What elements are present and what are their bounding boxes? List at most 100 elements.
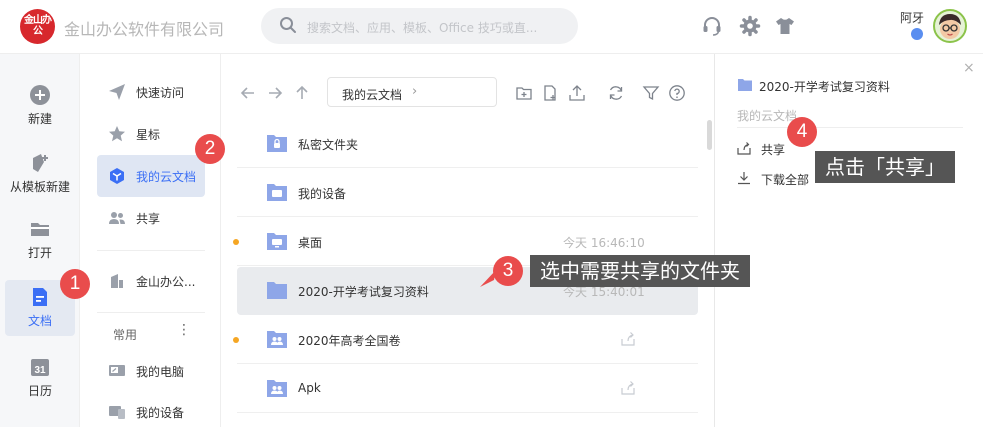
avatar[interactable] — [933, 9, 967, 43]
logo: 金山办公 — [20, 9, 55, 44]
left-nav: 新建 从模板新建 打开 文档 31 日历 — [0, 54, 80, 427]
headset-icon[interactable] — [701, 15, 723, 37]
help-icon[interactable] — [668, 84, 686, 102]
file-browser: 我的云文档 › 私密文件夹 我的设备 桌面 今天 16:46:10 2020-开… — [221, 54, 714, 427]
avatar-face-icon — [939, 14, 961, 39]
file-name: 2020年高考全国卷 — [298, 334, 401, 348]
refresh-icon[interactable] — [607, 84, 625, 102]
sidebar-item-my-devices[interactable]: 我的设备 — [97, 391, 205, 427]
file-name: 私密文件夹 — [298, 138, 359, 152]
nav-open[interactable]: 打开 — [5, 212, 75, 268]
file-name: 2020-开学考试复习资料 — [298, 285, 429, 299]
filter-icon[interactable] — [642, 84, 660, 102]
new-folder-icon[interactable] — [515, 84, 533, 102]
sidebar-item-quick-access[interactable]: 快速访问 — [97, 71, 205, 113]
share-icon[interactable] — [620, 331, 636, 347]
sidebar-divider — [97, 250, 205, 251]
nav-new-label: 新建 — [27, 112, 52, 126]
detail-title: 2020-开学考试复习资料 — [759, 80, 890, 94]
step-4-marker: 4 — [787, 117, 817, 147]
file-name: 我的设备 — [298, 187, 347, 201]
people-icon — [109, 212, 125, 224]
nav-documents-label: 文档 — [27, 314, 52, 328]
file-row[interactable]: 私密文件夹 — [237, 120, 698, 168]
sidebar-label-my-computer: 我的电脑 — [136, 365, 185, 379]
unread-dot — [233, 239, 239, 245]
sidebar-item-my-cloud[interactable]: 我的云文档 — [97, 155, 205, 197]
detail-divider — [737, 127, 963, 128]
search-placeholder: 搜索文档、应用、模板、Office 技巧或直... — [307, 21, 538, 35]
sidebar-label-shared: 共享 — [136, 212, 161, 226]
download-all-button[interactable]: 下载全部 — [737, 170, 817, 190]
sidebar-item-my-computer[interactable]: 我的电脑 — [97, 350, 205, 392]
sidebar-divider — [97, 312, 205, 313]
step-3-callout: 选中需要共享的文件夹 — [530, 255, 750, 287]
detail-panel: × 2020-开学考试复习资料 我的云文档 共享 下载全部 — [714, 54, 983, 427]
search-icon — [280, 17, 296, 33]
nav-calendar-label: 日历 — [27, 384, 52, 398]
step-1-marker: 1 — [60, 269, 90, 299]
folder-icon — [267, 282, 287, 299]
step-3-pointer — [480, 270, 496, 287]
location-sidebar: 快速访问 星标 我的云文档 共享 金山办公... 常用 ⋮ 我的电脑 我的设备 — [81, 54, 221, 427]
desktop-folder-icon — [267, 233, 287, 250]
sidebar-label-quick-access: 快速访问 — [136, 86, 185, 100]
sidebar-label-my-cloud: 我的云文档 — [136, 170, 197, 184]
new-file-icon[interactable] — [541, 84, 559, 102]
folder-open-icon — [31, 223, 49, 236]
sidebar-item-shared[interactable]: 共享 — [97, 197, 205, 239]
share-label: 共享 — [761, 143, 786, 157]
svg-text:31: 31 — [34, 365, 46, 376]
upload-icon[interactable] — [568, 84, 586, 102]
computer-icon — [109, 365, 125, 376]
lock-folder-icon — [267, 135, 287, 152]
devices-icon — [109, 406, 125, 419]
more-options-icon[interactable]: ⋮ — [177, 322, 191, 338]
file-name: 桌面 — [298, 236, 323, 250]
top-header: 金山办公 金山办公软件有限公司 搜索文档、应用、模板、Office 技巧或直..… — [0, 0, 983, 54]
breadcrumb-item[interactable]: 我的云文档 — [342, 86, 402, 103]
sidebar-label-company: 金山办公... — [136, 275, 196, 289]
breadcrumb[interactable]: 我的云文档 › — [327, 77, 497, 107]
document-icon — [33, 288, 47, 306]
nav-open-label: 打开 — [27, 246, 52, 260]
file-row[interactable]: 2020年高考全国卷 — [233, 316, 698, 364]
tshirt-icon[interactable] — [774, 15, 796, 37]
sidebar-label-starred: 星标 — [136, 128, 161, 142]
file-row[interactable]: Apk — [237, 365, 698, 413]
detail-path: 我的云文档 — [737, 109, 798, 123]
sidebar-item-company[interactable]: 金山办公... — [97, 260, 205, 302]
shared-folder-icon — [267, 331, 287, 348]
template-icon — [33, 154, 48, 172]
nav-new[interactable]: 新建 — [5, 78, 75, 134]
search-bar[interactable]: 搜索文档、应用、模板、Office 技巧或直... — [261, 8, 578, 44]
username: 阿牙 — [900, 11, 925, 25]
nav-template[interactable]: 从模板新建 — [5, 146, 75, 202]
company-name: 金山办公软件有限公司 — [64, 20, 225, 39]
download-icon — [738, 172, 750, 185]
folder-icon — [738, 79, 752, 91]
sidebar-item-starred[interactable]: 星标 — [97, 113, 205, 155]
star-icon — [109, 126, 125, 142]
back-arrow-icon[interactable] — [239, 84, 257, 102]
nav-calendar[interactable]: 31 日历 — [5, 350, 75, 406]
scrollbar[interactable] — [707, 120, 712, 150]
vip-badge-icon — [911, 28, 923, 40]
building-icon — [111, 274, 123, 288]
file-modified-time: 今天 16:46:10 — [563, 236, 645, 250]
forward-arrow-icon[interactable] — [266, 84, 284, 102]
sidebar-label-my-devices: 我的设备 — [136, 406, 185, 420]
calendar-icon: 31 — [31, 359, 49, 376]
file-name: Apk — [298, 381, 321, 395]
app-window: 金山办公 金山办公软件有限公司 搜索文档、应用、模板、Office 技巧或直..… — [0, 0, 983, 427]
up-arrow-icon[interactable] — [293, 84, 311, 102]
close-icon[interactable]: × — [963, 60, 975, 76]
chevron-right-icon: › — [412, 84, 418, 99]
gear-icon[interactable] — [739, 15, 761, 37]
share-button[interactable]: 共享 — [737, 140, 797, 160]
shared-folder-icon — [267, 380, 287, 397]
step-2-marker: 2 — [195, 134, 225, 164]
file-row[interactable]: 我的设备 — [237, 169, 698, 217]
share-icon[interactable] — [620, 380, 636, 396]
nav-template-label: 从模板新建 — [9, 180, 70, 194]
